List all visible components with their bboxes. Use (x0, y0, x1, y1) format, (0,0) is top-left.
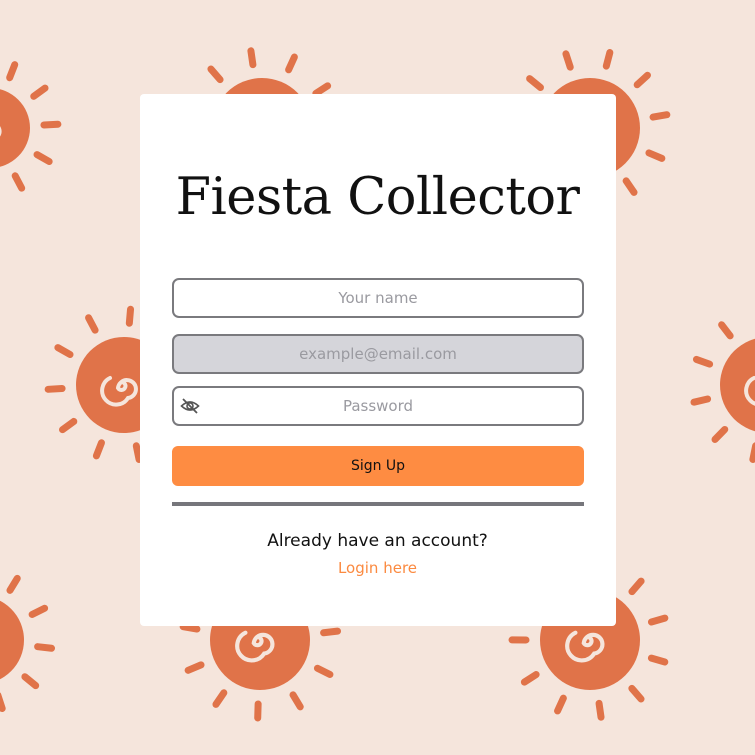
sun-decoration (0, 574, 56, 712)
password-input[interactable] (172, 386, 584, 426)
sign-up-button[interactable]: Sign Up (172, 446, 584, 486)
sun-decoration (690, 321, 755, 463)
name-input[interactable] (172, 278, 584, 318)
email-input[interactable] (172, 334, 584, 374)
eye-off-icon[interactable] (180, 397, 200, 415)
page-title: Fiesta Collector (175, 168, 580, 227)
divider (172, 502, 584, 506)
already-have-account-text: Already have an account? (267, 531, 488, 551)
login-link[interactable]: Login here (0, 559, 755, 577)
